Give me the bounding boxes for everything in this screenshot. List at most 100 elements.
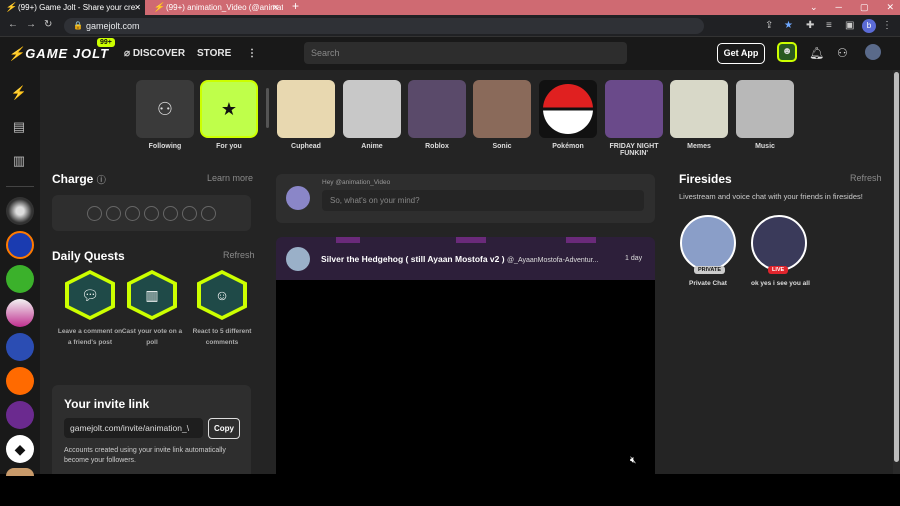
activity-feed-icon[interactable]: ⚡	[10, 84, 28, 102]
minimize-icon[interactable]: ─	[836, 2, 842, 12]
quests-refresh-button[interactable]: Refresh	[223, 250, 255, 260]
get-app-button[interactable]: Get App	[717, 43, 765, 64]
help-icon[interactable]: ⓘ	[97, 175, 106, 185]
url-field[interactable]: 🔒 gamejolt.com	[64, 18, 704, 34]
fireside-avatar[interactable]	[751, 215, 807, 271]
profile-avatar[interactable]: b	[862, 19, 876, 33]
post-input[interactable]: So, what's on your mind?	[322, 190, 644, 211]
community-avatar[interactable]	[6, 333, 34, 361]
extensions-icon[interactable]: ✚	[806, 20, 814, 31]
live-badge: LIVE	[768, 266, 789, 274]
post-title[interactable]: Silver the Hedgehog ( still Ayaan Mostof…	[321, 254, 617, 264]
learn-more-link[interactable]: Learn more	[207, 173, 253, 183]
fireside-label[interactable]: ok yes i see you all	[751, 280, 810, 287]
react-quest-icon: ☺	[197, 270, 247, 320]
post-composer: Hey @animation_Video So, what's on your …	[276, 174, 655, 223]
community-for-you[interactable]: ★ For you	[200, 80, 258, 150]
window-controls[interactable]: ⌄ ─ ▢ ✕	[810, 0, 900, 15]
browser-tab-animation-video[interactable]: ⚡ (99+) animation_Video (@animati ✕	[148, 0, 283, 15]
firesides-subtitle: Livestream and voice chat with your frie…	[679, 192, 863, 201]
fireside-avatar[interactable]	[680, 215, 736, 271]
community-cuphead[interactable]: Cuphead	[277, 80, 335, 150]
back-icon[interactable]: ←	[8, 19, 18, 30]
nav-discover[interactable]: ⌀ DISCOVER	[124, 48, 185, 59]
share-icon[interactable]: ⇪	[765, 20, 773, 31]
bookmark-star-icon[interactable]: ★	[784, 20, 793, 31]
community-music[interactable]: Music	[736, 80, 794, 150]
copy-button[interactable]: Copy	[208, 418, 240, 439]
community-sonic[interactable]: Sonic	[473, 80, 531, 150]
community-following[interactable]: ⚇ Following	[136, 80, 194, 150]
quest-reward-icon[interactable]: ☻	[777, 42, 797, 62]
search-input[interactable]: Search	[304, 42, 627, 64]
firesides-refresh-button[interactable]: Refresh	[850, 173, 882, 183]
community-anime[interactable]: Anime	[343, 80, 401, 150]
sidebar-divider	[6, 186, 34, 187]
community-avatar[interactable]	[6, 401, 34, 429]
sidepanel-icon[interactable]: ▣	[845, 20, 854, 31]
library-icon[interactable]: ▤	[10, 118, 28, 136]
anime-thumbnail	[343, 80, 401, 138]
post-time: 1 day	[625, 255, 643, 262]
charge-orb	[87, 206, 102, 221]
forward-icon[interactable]: →	[26, 19, 36, 30]
more-menu-icon[interactable]: ⋮	[247, 48, 257, 59]
strip-divider	[266, 88, 269, 128]
url-text: gamejolt.com	[86, 21, 140, 31]
charge-orb	[201, 206, 216, 221]
chevron-down-icon[interactable]: ⌄	[810, 2, 818, 12]
menu-kebab-icon[interactable]: ⋮	[882, 20, 892, 31]
community-avatar[interactable]	[6, 265, 34, 293]
lock-icon[interactable]: 🔒	[73, 18, 83, 34]
charge-title: Charge ⓘ	[52, 172, 106, 186]
charge-orb	[182, 206, 197, 221]
maximize-icon[interactable]: ▢	[860, 2, 869, 12]
pokemon-thumbnail	[539, 80, 597, 138]
gamejolt-logo[interactable]: ⚡GAME JOLT	[8, 46, 109, 62]
post-author-avatar[interactable]	[286, 247, 310, 271]
close-tab-icon[interactable]: ✕	[272, 0, 279, 15]
community-avatar[interactable]	[6, 231, 34, 259]
community-avatar[interactable]	[6, 468, 34, 476]
tab-title: (99+) Game Jolt - Share your cre	[18, 3, 136, 12]
invite-card: Your invite link gamejolt.com/invite/ani…	[52, 385, 251, 474]
new-tab-button[interactable]: +	[292, 0, 299, 13]
mute-icon[interactable]: 🔇︎	[630, 455, 636, 466]
media-icon[interactable]: ≡	[826, 20, 832, 31]
page-scrollbar[interactable]	[893, 70, 900, 474]
quest-item[interactable]: 💬︎ Leave a comment on a friend's post	[56, 270, 124, 348]
post-author[interactable]: @_AyaanMostofa-Adventur...	[507, 257, 598, 264]
quest-item[interactable]: ☺ React to 5 different comments	[188, 270, 256, 348]
nav-store[interactable]: STORE	[197, 48, 231, 59]
community-avatar[interactable]	[6, 367, 34, 395]
games-icon[interactable]: ▥	[10, 152, 28, 170]
community-avatar[interactable]	[6, 197, 34, 225]
community-pokemon[interactable]: Pokémon	[539, 80, 597, 150]
firesides-title: Firesides	[679, 172, 732, 186]
community-roblox[interactable]: Roblox	[408, 80, 466, 150]
roblox-community-avatar[interactable]: ◆	[6, 435, 34, 463]
friends-icon[interactable]: ⚇	[837, 46, 848, 60]
community-memes[interactable]: Memes	[670, 80, 728, 150]
composer-greeting: Hey @animation_Video	[322, 179, 391, 186]
main-content: ⚇ Following ★ For you Cuphead Anime Robl…	[40, 70, 900, 474]
roblox-thumbnail	[408, 80, 466, 138]
fireside-label[interactable]: Private Chat	[689, 280, 727, 287]
reload-icon[interactable]: ↻	[44, 19, 52, 30]
close-tab-icon[interactable]: ✕	[134, 0, 141, 15]
browser-tab-gamejolt[interactable]: ⚡ (99+) Game Jolt - Share your cre ✕	[0, 0, 145, 15]
cuphead-thumbnail	[277, 80, 335, 138]
gamejolt-favicon-icon: ⚡	[5, 2, 17, 12]
quest-item[interactable]: ▥ Cast your vote on a poll	[118, 270, 186, 348]
invite-link-field[interactable]: gamejolt.com/invite/animation_\	[64, 418, 203, 438]
invite-note: Accounts created using your invite link …	[64, 447, 226, 464]
post-header: Silver the Hedgehog ( still Ayaan Mostof…	[276, 237, 655, 280]
user-avatar[interactable]	[865, 44, 881, 60]
scrollbar-thumb[interactable]	[894, 72, 899, 462]
community-avatar[interactable]	[6, 299, 34, 327]
post-video[interactable]: 🔇︎	[276, 280, 655, 474]
bell-icon[interactable]: 🔔︎	[809, 46, 824, 60]
fnf-thumbnail	[605, 80, 663, 138]
community-fnf[interactable]: FRIDAY NIGHT FUNKIN'	[605, 80, 663, 157]
close-window-icon[interactable]: ✕	[886, 2, 894, 12]
